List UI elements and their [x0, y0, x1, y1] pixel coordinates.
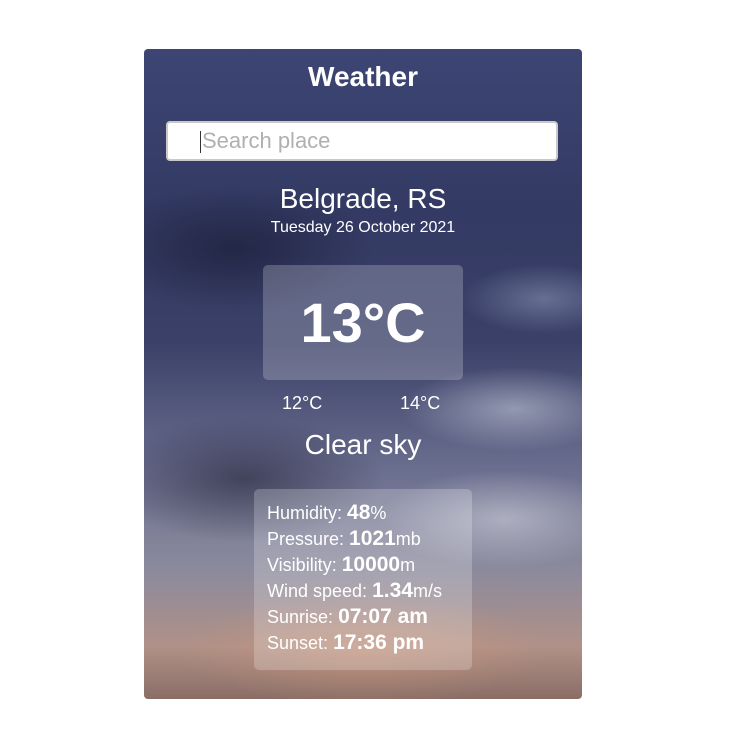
min-temperature: 12°C: [282, 393, 323, 413]
visibility-value: 10000: [341, 553, 401, 576]
weather-card: Weather Belgrade, RS Tuesday 26 October …: [144, 49, 582, 699]
app-title: Weather: [308, 61, 418, 92]
text-caret: [200, 131, 201, 153]
location-name: Belgrade, RS: [279, 183, 447, 214]
pressure-label: Pressure:: [267, 529, 345, 549]
sunset-row: Sunset: 17:36 pm: [267, 630, 472, 656]
current-temperature-panel: 13°C: [263, 265, 463, 380]
humidity-label: Humidity:: [267, 503, 343, 523]
humidity-row: Humidity: 48%: [267, 500, 472, 526]
weather-condition: Clear sky: [304, 429, 422, 460]
wind-speed-label: Wind speed:: [267, 581, 368, 601]
visibility-label: Visibility:: [267, 555, 337, 575]
pressure-row: Pressure: 1021mb: [267, 526, 472, 552]
sunrise-label: Sunrise:: [267, 607, 334, 627]
wind-speed-unit: m/s: [412, 581, 442, 601]
humidity-value: 48: [347, 501, 371, 524]
wind-speed-value: 1.34: [372, 579, 413, 602]
sunset-label: Sunset:: [267, 633, 329, 653]
weather-details-panel: Humidity: 48% Pressure: 1021mb Visibilit…: [254, 489, 472, 670]
max-temperature: 14°C: [400, 393, 441, 413]
visibility-row: Visibility: 10000m: [267, 552, 472, 578]
visibility-unit: m: [400, 555, 416, 575]
sunrise-row: Sunrise: 07:07 am: [267, 604, 472, 630]
pressure-value: 1021: [349, 527, 396, 550]
current-temperature: 13°C: [300, 291, 426, 354]
pressure-unit: mb: [395, 529, 421, 549]
sunrise-value: 07:07 am: [338, 605, 428, 628]
sunset-value: 17:36 pm: [333, 631, 425, 654]
current-date: Tuesday 26 October 2021: [270, 219, 456, 236]
wind-speed-row: Wind speed: 1.34m/s: [267, 578, 472, 604]
humidity-unit: %: [370, 503, 387, 523]
search-input[interactable]: [166, 121, 558, 161]
